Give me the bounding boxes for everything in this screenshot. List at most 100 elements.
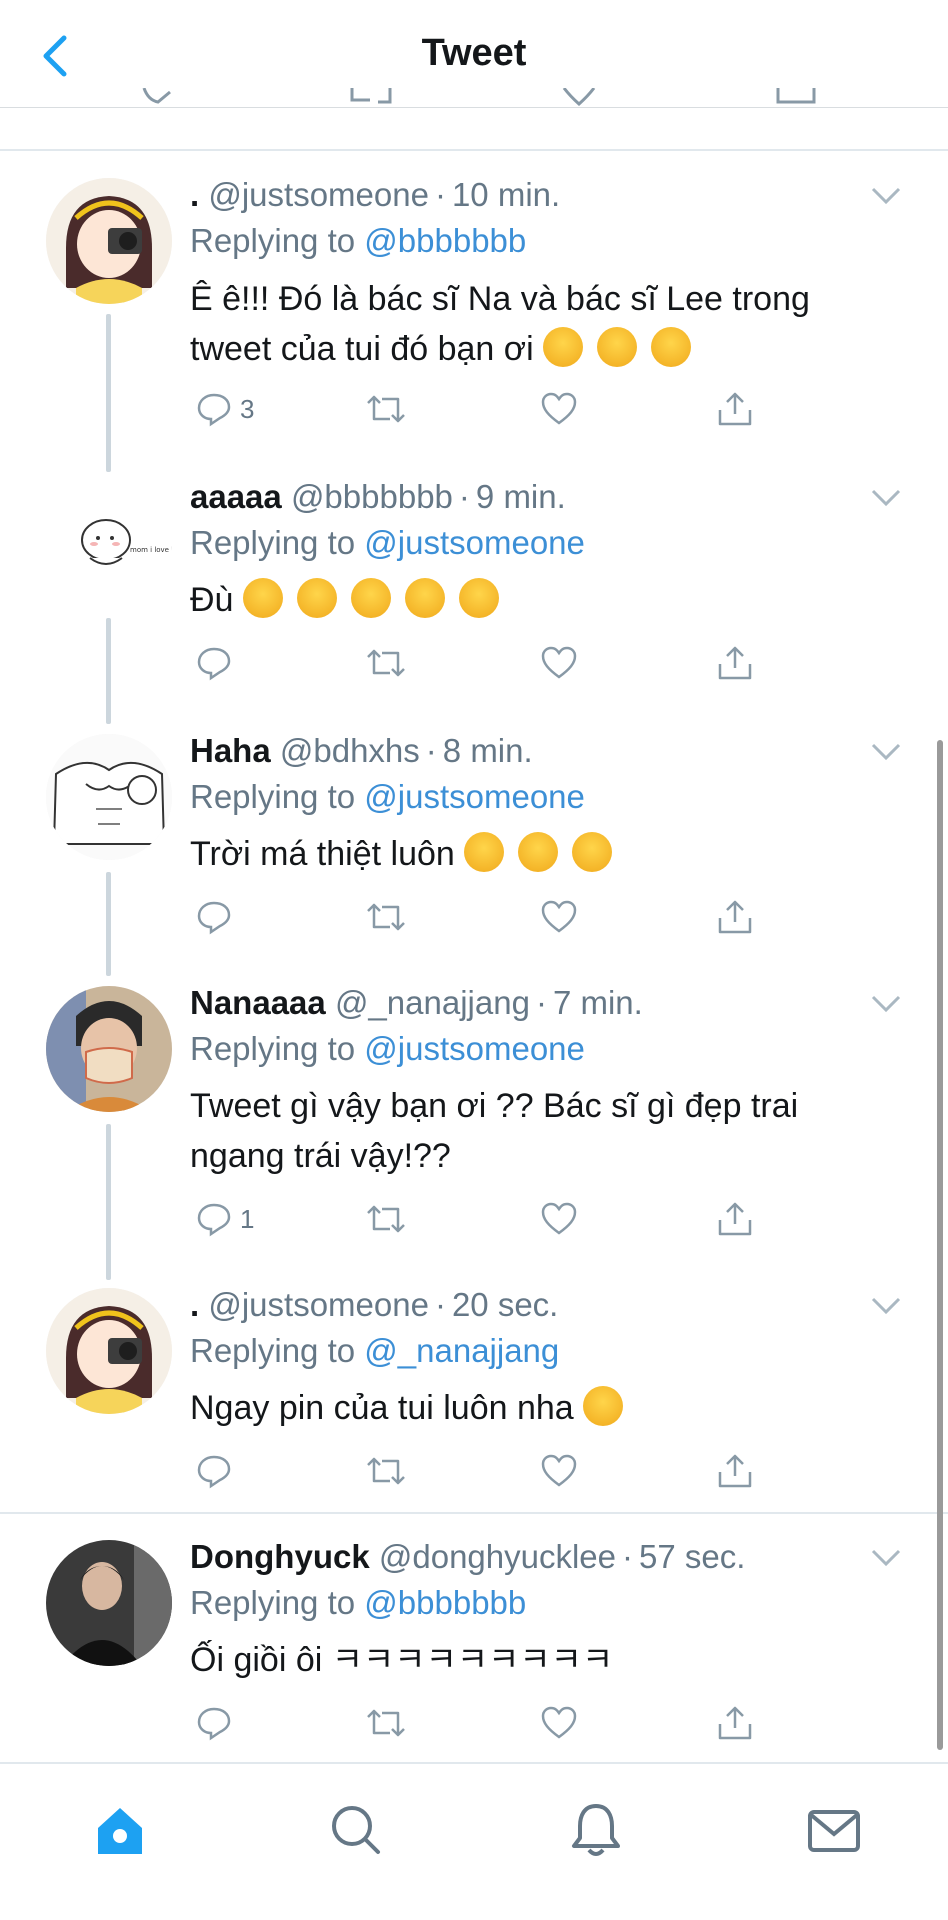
like-button[interactable] xyxy=(540,894,578,940)
share-button[interactable] xyxy=(716,894,754,940)
share-button[interactable] xyxy=(716,1196,754,1242)
reply-button[interactable] xyxy=(196,640,240,686)
home-icon[interactable] xyxy=(90,1800,150,1860)
woozy-face-emoji xyxy=(350,578,391,618)
like-button[interactable] xyxy=(540,1700,578,1746)
tweet-text: Đù xyxy=(190,575,890,625)
tweet-text: Tweet gì vậy bạn ơi ?? Bác sĩ gì đẹp tra… xyxy=(190,1087,799,1175)
avatar[interactable]: mom i love him xyxy=(46,480,172,606)
share-icon xyxy=(718,1454,752,1488)
timestamp: 10 min. xyxy=(451,176,561,213)
avatar[interactable] xyxy=(46,1540,172,1666)
replying-to-handle[interactable]: @bbbbbbb xyxy=(364,1584,526,1621)
display-name[interactable]: aaaaa xyxy=(190,478,282,515)
chevron-down-icon[interactable] xyxy=(870,186,902,206)
tweet-actions xyxy=(190,1700,770,1746)
retweet-icon xyxy=(367,649,405,677)
display-name[interactable]: . xyxy=(190,176,199,213)
chevron-down-icon[interactable] xyxy=(870,1548,902,1568)
handle[interactable]: @bbbbbbb xyxy=(291,478,453,515)
retweet-button[interactable] xyxy=(364,1196,408,1242)
anime-girl-camera-avatar xyxy=(46,178,172,304)
handle[interactable]: @justsomeone xyxy=(208,1286,429,1323)
display-name[interactable]: Donghyuck xyxy=(190,1538,370,1575)
reply-icon xyxy=(197,1203,231,1237)
retweet-icon xyxy=(367,1709,405,1737)
like-button[interactable] xyxy=(540,1448,578,1494)
handle[interactable]: @bdhxhs xyxy=(280,732,420,769)
retweet-button[interactable] xyxy=(364,1700,408,1746)
chevron-down-icon[interactable] xyxy=(870,742,902,762)
messages-icon[interactable] xyxy=(804,1800,864,1860)
thread-connector xyxy=(106,314,111,472)
display-name[interactable]: Nanaaaa xyxy=(190,984,326,1021)
woozy-face-emoji xyxy=(572,832,613,872)
handle[interactable]: @donghyucklee xyxy=(379,1538,616,1575)
retweet-icon xyxy=(367,903,405,931)
replying-to-handle[interactable]: @bbbbbbb xyxy=(364,222,526,259)
reply-icon xyxy=(197,1455,231,1489)
heart-icon xyxy=(541,1202,577,1235)
scream-emoji xyxy=(543,327,584,367)
reply-button[interactable]: 3 xyxy=(196,386,254,432)
handle[interactable]: @_nanajjang xyxy=(335,984,530,1021)
avatar[interactable] xyxy=(46,986,172,1112)
retweet-button[interactable] xyxy=(364,386,408,432)
retweet-button[interactable] xyxy=(364,1448,408,1494)
chevron-down-icon[interactable] xyxy=(870,1296,902,1316)
woozy-face-emoji xyxy=(296,578,337,618)
avatar-caption: mom i love him xyxy=(130,546,172,554)
sketch-torso-avatar xyxy=(46,734,172,860)
search-icon[interactable] xyxy=(326,1800,386,1860)
display-name[interactable]: Haha xyxy=(190,732,271,769)
avatar[interactable] xyxy=(46,734,172,860)
chevron-down-icon[interactable] xyxy=(870,994,902,1014)
chevron-down-icon[interactable] xyxy=(870,488,902,508)
page-title: Tweet xyxy=(421,32,527,74)
like-button[interactable] xyxy=(540,386,578,432)
timestamp: 8 min. xyxy=(442,732,533,769)
replying-to-handle[interactable]: @justsomeone xyxy=(364,778,585,815)
replying-to: Replying to @justsomeone xyxy=(190,778,585,815)
share-button[interactable] xyxy=(716,1448,754,1494)
tweet-header: aaaaa @bbbbbbb · 9 min. xyxy=(190,478,566,515)
heart-icon xyxy=(541,392,577,425)
photo-dark-avatar xyxy=(46,1540,172,1666)
avatar[interactable] xyxy=(46,1288,172,1414)
scrollbar[interactable] xyxy=(937,740,943,1750)
reply-icon xyxy=(197,393,231,427)
retweet-icon xyxy=(367,1457,405,1485)
replying-to-handle[interactable]: @_nanajjang xyxy=(364,1332,559,1369)
like-button[interactable] xyxy=(540,640,578,686)
retweet-icon xyxy=(367,1205,405,1233)
tweet-actions: 1 xyxy=(190,1196,770,1242)
reply-button[interactable] xyxy=(196,894,240,940)
reply-button[interactable]: 1 xyxy=(196,1196,254,1242)
notifications-icon[interactable] xyxy=(566,1800,626,1860)
heart-icon xyxy=(541,1454,577,1487)
share-button[interactable] xyxy=(716,386,754,432)
photo-person-avatar xyxy=(46,986,172,1112)
retweet-button[interactable] xyxy=(364,894,408,940)
replying-to-handle[interactable]: @justsomeone xyxy=(364,524,585,561)
timestamp: 57 sec. xyxy=(639,1538,746,1575)
share-icon xyxy=(718,646,752,680)
woozy-face-emoji xyxy=(518,832,559,872)
avatar[interactable] xyxy=(46,178,172,304)
reply-button[interactable] xyxy=(196,1700,240,1746)
handle[interactable]: @justsomeone xyxy=(208,176,429,213)
replying-to: Replying to @justsomeone xyxy=(190,1030,585,1067)
replying-to-handle[interactable]: @justsomeone xyxy=(364,1030,585,1067)
tweet-text: Trời má thiệt luôn xyxy=(190,829,890,879)
woozy-face-emoji xyxy=(404,578,445,618)
share-button[interactable] xyxy=(716,1700,754,1746)
display-name[interactable]: . xyxy=(190,1286,199,1323)
like-button[interactable] xyxy=(540,1196,578,1242)
retweet-button[interactable] xyxy=(364,640,408,686)
reply-button[interactable] xyxy=(196,1448,240,1494)
previous-tweet-actions-peek xyxy=(0,88,948,106)
thread-connector xyxy=(106,872,111,976)
share-button[interactable] xyxy=(716,640,754,686)
woozy-face-emoji xyxy=(458,578,499,618)
heart-icon xyxy=(541,900,577,933)
